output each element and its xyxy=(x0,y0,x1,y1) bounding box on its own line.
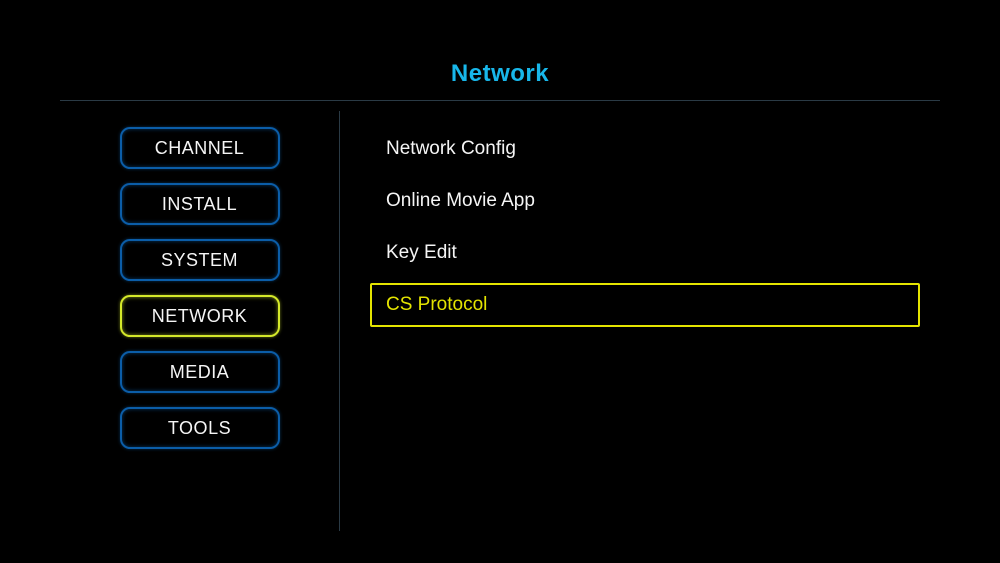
menu-item-key-edit[interactable]: Key Edit xyxy=(370,231,920,275)
menu-item-label: CS Protocol xyxy=(386,294,487,316)
sidebar-item-tools[interactable]: TOOLS xyxy=(120,407,280,449)
sidebar-item-label: MEDIA xyxy=(170,362,230,383)
menu-item-label: Network Config xyxy=(386,138,516,160)
menu-item-online-movie-app[interactable]: Online Movie App xyxy=(370,179,920,223)
sidebar-item-label: SYSTEM xyxy=(161,250,238,271)
sidebar-item-media[interactable]: MEDIA xyxy=(120,351,280,393)
sidebar-item-label: CHANNEL xyxy=(155,138,245,159)
sidebar-item-install[interactable]: INSTALL xyxy=(120,183,280,225)
sidebar-item-label: NETWORK xyxy=(152,306,248,327)
sidebar-item-channel[interactable]: CHANNEL xyxy=(120,127,280,169)
menu-item-network-config[interactable]: Network Config xyxy=(370,127,920,171)
page-title: Network xyxy=(60,60,940,88)
menu-item-label: Online Movie App xyxy=(386,190,535,212)
sidebar: CHANNEL INSTALL SYSTEM NETWORK MEDIA TOO… xyxy=(60,111,340,531)
content-panel: Network Config Online Movie App Key Edit… xyxy=(340,111,940,531)
sidebar-item-network[interactable]: NETWORK xyxy=(120,295,280,337)
sidebar-item-label: TOOLS xyxy=(168,418,231,439)
settings-screen: Network CHANNEL INSTALL SYSTEM NETWORK M… xyxy=(0,0,1000,563)
sidebar-item-system[interactable]: SYSTEM xyxy=(120,239,280,281)
sidebar-item-label: INSTALL xyxy=(162,194,237,215)
header: Network xyxy=(60,60,940,101)
menu-item-label: Key Edit xyxy=(386,242,457,264)
menu-item-cs-protocol[interactable]: CS Protocol xyxy=(370,283,920,327)
body: CHANNEL INSTALL SYSTEM NETWORK MEDIA TOO… xyxy=(60,111,940,531)
